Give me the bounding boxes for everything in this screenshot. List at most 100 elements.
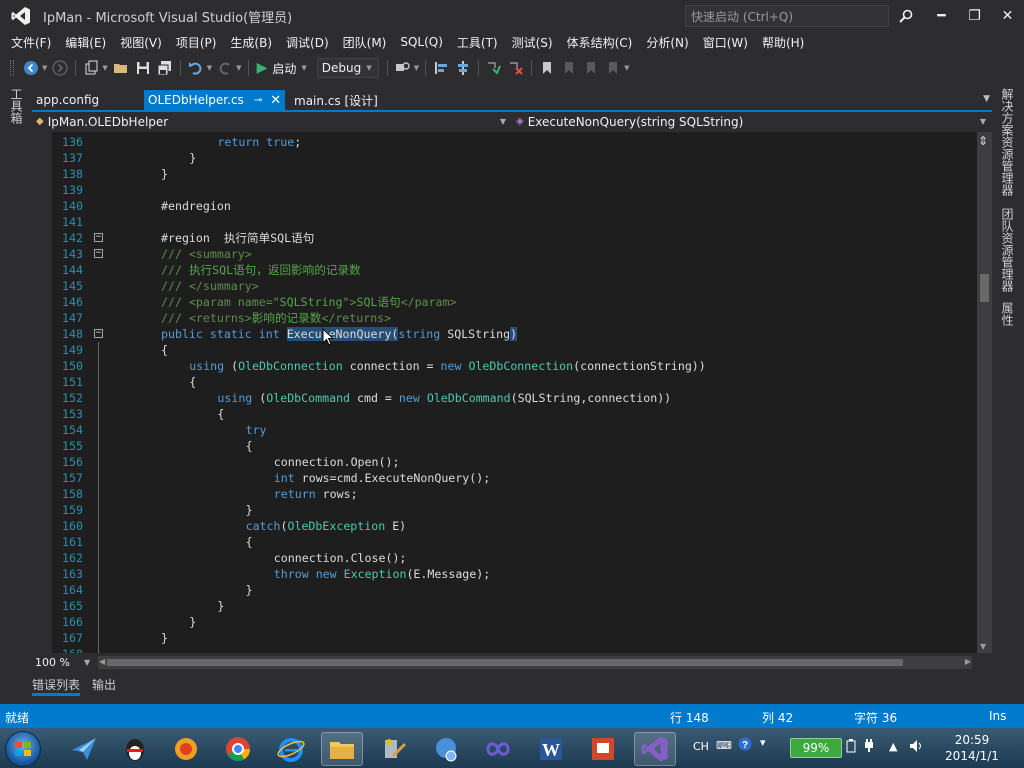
- forward-button[interactable]: [49, 57, 71, 79]
- show-hidden-icons-icon[interactable]: ▲: [889, 740, 897, 753]
- code-line[interactable]: 139: [52, 182, 977, 198]
- tab-output[interactable]: 输出: [92, 676, 116, 696]
- volume-icon[interactable]: [909, 738, 925, 757]
- tab-app-config[interactable]: app.config: [32, 90, 103, 110]
- code-editor[interactable]: 136 return true; 137} 138} 139 140 #endregion 1…: [52, 132, 977, 653]
- code-line[interactable]: 161 {: [52, 534, 977, 550]
- toolbar-options-icon[interactable]: ▼: [624, 64, 629, 72]
- menu-window[interactable]: 窗口(W): [696, 34, 755, 51]
- code-line[interactable]: 147 /// <returns>影响的记录数</returns>: [52, 310, 977, 326]
- find-dropdown-icon[interactable]: ▼: [414, 64, 419, 72]
- code-line[interactable]: 154 try: [52, 422, 977, 438]
- code-line[interactable]: 159}: [52, 502, 977, 518]
- code-line[interactable]: 142 − #region 执行简单SQL语句: [52, 230, 977, 246]
- code-line[interactable]: 166}: [52, 614, 977, 630]
- save-icon[interactable]: [132, 57, 154, 79]
- visual-studio-infinity-app-icon[interactable]: [477, 732, 519, 766]
- editor-horizontal-scrollbar[interactable]: ◀ ▶: [98, 656, 972, 669]
- menu-project[interactable]: 项目(P): [169, 34, 224, 51]
- menu-view[interactable]: 视图(V): [113, 34, 169, 51]
- back-dropdown-icon[interactable]: ▼: [42, 64, 47, 72]
- member-select[interactable]: ◈ ExecuteNonQuery(string SQLString) ▼: [512, 112, 992, 131]
- comment-out-icon[interactable]: [483, 57, 505, 79]
- start-button[interactable]: [5, 731, 41, 767]
- find-in-files-icon[interactable]: [392, 57, 414, 79]
- quick-launch-input[interactable]: 快速启动 (Ctrl+Q): [685, 5, 889, 27]
- restore-button[interactable]: ❐: [958, 0, 991, 32]
- collapse-region-icon[interactable]: −: [94, 329, 103, 338]
- feiq-app-icon[interactable]: [63, 732, 105, 766]
- align-center-icon[interactable]: [452, 57, 474, 79]
- menu-build[interactable]: 生成(B): [223, 34, 279, 51]
- code-line[interactable]: 158 return rows;: [52, 486, 977, 502]
- code-line[interactable]: 137}: [52, 150, 977, 166]
- redo-icon[interactable]: [214, 57, 236, 79]
- previous-bookmark-icon[interactable]: [558, 57, 580, 79]
- toolbar-grip[interactable]: [10, 60, 14, 76]
- scrollbar-thumb[interactable]: [980, 274, 989, 302]
- menu-sql[interactable]: SQL(Q): [393, 35, 450, 49]
- solution-explorer-tab[interactable]: 解决方案资源管理器: [999, 88, 1016, 196]
- code-line[interactable]: 167}: [52, 630, 977, 646]
- close-tab-icon[interactable]: ✕: [270, 93, 281, 108]
- menu-team[interactable]: 团队(M): [336, 34, 394, 51]
- menu-file[interactable]: 文件(F): [4, 34, 58, 51]
- file-explorer-app-icon[interactable]: [321, 732, 363, 766]
- code-line[interactable]: 149 {: [52, 342, 977, 358]
- code-line[interactable]: 160 catch(OleDbException E): [52, 518, 977, 534]
- code-line[interactable]: 168: [52, 646, 977, 653]
- code-line[interactable]: 155 {: [52, 438, 977, 454]
- code-line[interactable]: 165}: [52, 598, 977, 614]
- menu-tools[interactable]: 工具(T): [450, 34, 505, 51]
- battery-indicator[interactable]: 99%: [790, 738, 842, 758]
- code-line[interactable]: 145 /// </summary>: [52, 278, 977, 294]
- start-debugging-button[interactable]: ▶ 启动 ▼: [253, 57, 313, 79]
- network-app-icon[interactable]: [425, 732, 467, 766]
- code-line[interactable]: 140 #endregion: [52, 198, 977, 214]
- tab-oledbhelper-cs[interactable]: OLEDbHelper.cs ⊸ ✕: [144, 90, 286, 110]
- editor-vertical-scrollbar[interactable]: ⇕ ▼: [977, 132, 992, 653]
- installer-tools-app-icon[interactable]: [373, 732, 415, 766]
- minimize-button[interactable]: ━: [925, 0, 958, 32]
- qq-app-icon[interactable]: [114, 732, 156, 766]
- save-all-icon[interactable]: [154, 57, 176, 79]
- help-icon[interactable]: ?: [738, 737, 752, 754]
- zoom-level[interactable]: 100 %: [35, 656, 70, 669]
- code-line[interactable]: 151 {: [52, 374, 977, 390]
- menu-edit[interactable]: 编辑(E): [58, 34, 113, 51]
- split-handle-icon[interactable]: ⇕: [978, 134, 988, 148]
- code-line[interactable]: 138}: [52, 166, 977, 182]
- qq-pet-app-icon[interactable]: [165, 732, 207, 766]
- system-clock[interactable]: 20:59 2014/1/1: [936, 732, 1008, 764]
- code-line[interactable]: 143 − /// <summary>: [52, 246, 977, 262]
- code-line[interactable]: 157 int rows=cmd.ExecuteNonQuery();: [52, 470, 977, 486]
- ime-indicator[interactable]: CH: [693, 740, 709, 753]
- tray-options-icon[interactable]: ▾: [760, 736, 766, 749]
- word-app-icon[interactable]: W: [530, 732, 572, 766]
- undo-icon[interactable]: [185, 57, 207, 79]
- visual-studio-app-icon[interactable]: [634, 732, 676, 766]
- class-select[interactable]: ◆ IpMan.OLEDbHelper ▼: [32, 112, 512, 131]
- menu-test[interactable]: 测试(S): [505, 34, 560, 51]
- toolbox-tab[interactable]: 工具箱: [8, 88, 25, 124]
- menu-help[interactable]: 帮助(H): [755, 34, 811, 51]
- scroll-down-icon[interactable]: ▼: [980, 642, 986, 651]
- code-line[interactable]: 144 /// 执行SQL语句，返回影响的记录数: [52, 262, 977, 278]
- uncomment-icon[interactable]: [505, 57, 527, 79]
- powerpoint-app-icon[interactable]: [582, 732, 624, 766]
- tab-overflow-dropdown-icon[interactable]: ▼: [983, 94, 990, 104]
- team-explorer-tab[interactable]: 团队资源管理器: [999, 208, 1016, 292]
- code-line[interactable]: 162 connection.Close();: [52, 550, 977, 566]
- zoom-dropdown-icon[interactable]: ▼: [84, 658, 90, 667]
- keyboard-icon[interactable]: ⌨: [716, 739, 732, 752]
- undo-dropdown-icon[interactable]: ▼: [207, 64, 212, 72]
- code-line[interactable]: 153 {: [52, 406, 977, 422]
- scroll-right-icon[interactable]: ▶: [965, 657, 971, 666]
- menu-debug[interactable]: 调试(D): [279, 34, 336, 51]
- clear-bookmarks-icon[interactable]: [602, 57, 624, 79]
- new-project-icon[interactable]: [80, 57, 102, 79]
- tab-main-cs-design[interactable]: main.cs [设计]: [290, 90, 382, 110]
- code-line[interactable]: 136 return true;: [52, 134, 977, 150]
- search-icon[interactable]: [895, 5, 917, 27]
- solution-configuration-select[interactable]: Debug ▼: [316, 58, 379, 78]
